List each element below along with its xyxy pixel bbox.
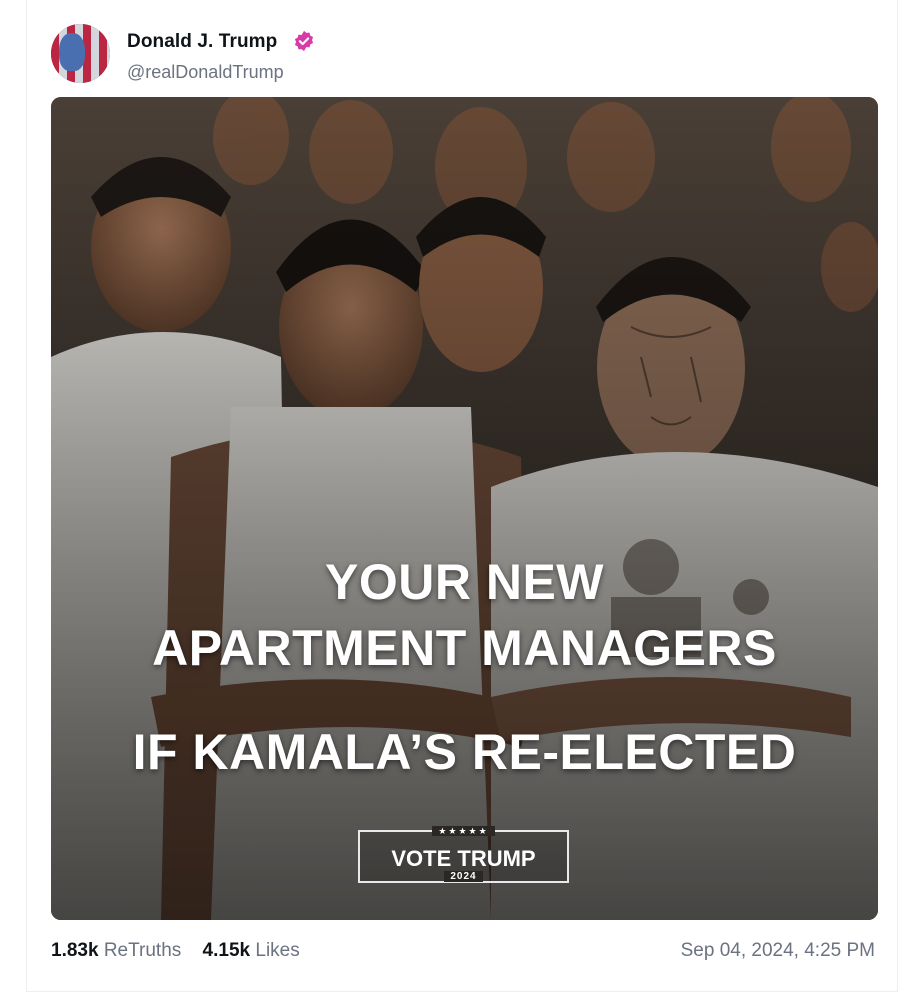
- retruths-count: 1.83k: [51, 940, 99, 961]
- engagement-stats: 1.83k ReTruths 4.15k Likes: [51, 940, 316, 962]
- avatar-portrait: [59, 33, 85, 71]
- author-handle[interactable]: @realDonaldTrump: [127, 62, 284, 83]
- post-timestamp[interactable]: Sep 04, 2024, 4:25 PM: [681, 940, 875, 962]
- badge-year: 2024: [444, 871, 483, 882]
- author-avatar[interactable]: [51, 24, 110, 83]
- likes-label: Likes: [255, 940, 300, 961]
- post-image[interactable]: YOUR NEW APARTMENT MANAGERS IF KAMALA’S …: [51, 97, 878, 920]
- badge-stars: ★★★★★: [432, 826, 495, 836]
- likes-stat[interactable]: 4.15k Likes: [203, 940, 300, 962]
- badge-text: VOTE TRUMP: [391, 846, 536, 871]
- headline-line-3: IF KAMALA’S RE-ELECTED: [132, 724, 797, 780]
- retruths-label: ReTruths: [103, 940, 182, 961]
- vote-trump-badge: ★★★★★ VOTE TRUMP 2024: [358, 826, 569, 883]
- headline-line-2: APARTMENT MANAGERS: [152, 620, 777, 676]
- headline-line-1: YOUR NEW: [325, 554, 604, 610]
- likes-count: 4.15k: [202, 940, 251, 961]
- post-card: Donald J. Trump @realDonaldTrump YOUR NE…: [26, 0, 898, 992]
- verified-badge-icon: [294, 30, 314, 52]
- retruths-stat[interactable]: 1.83k ReTruths: [51, 940, 181, 962]
- author-name[interactable]: Donald J. Trump: [127, 31, 277, 53]
- image-scene: [51, 97, 878, 920]
